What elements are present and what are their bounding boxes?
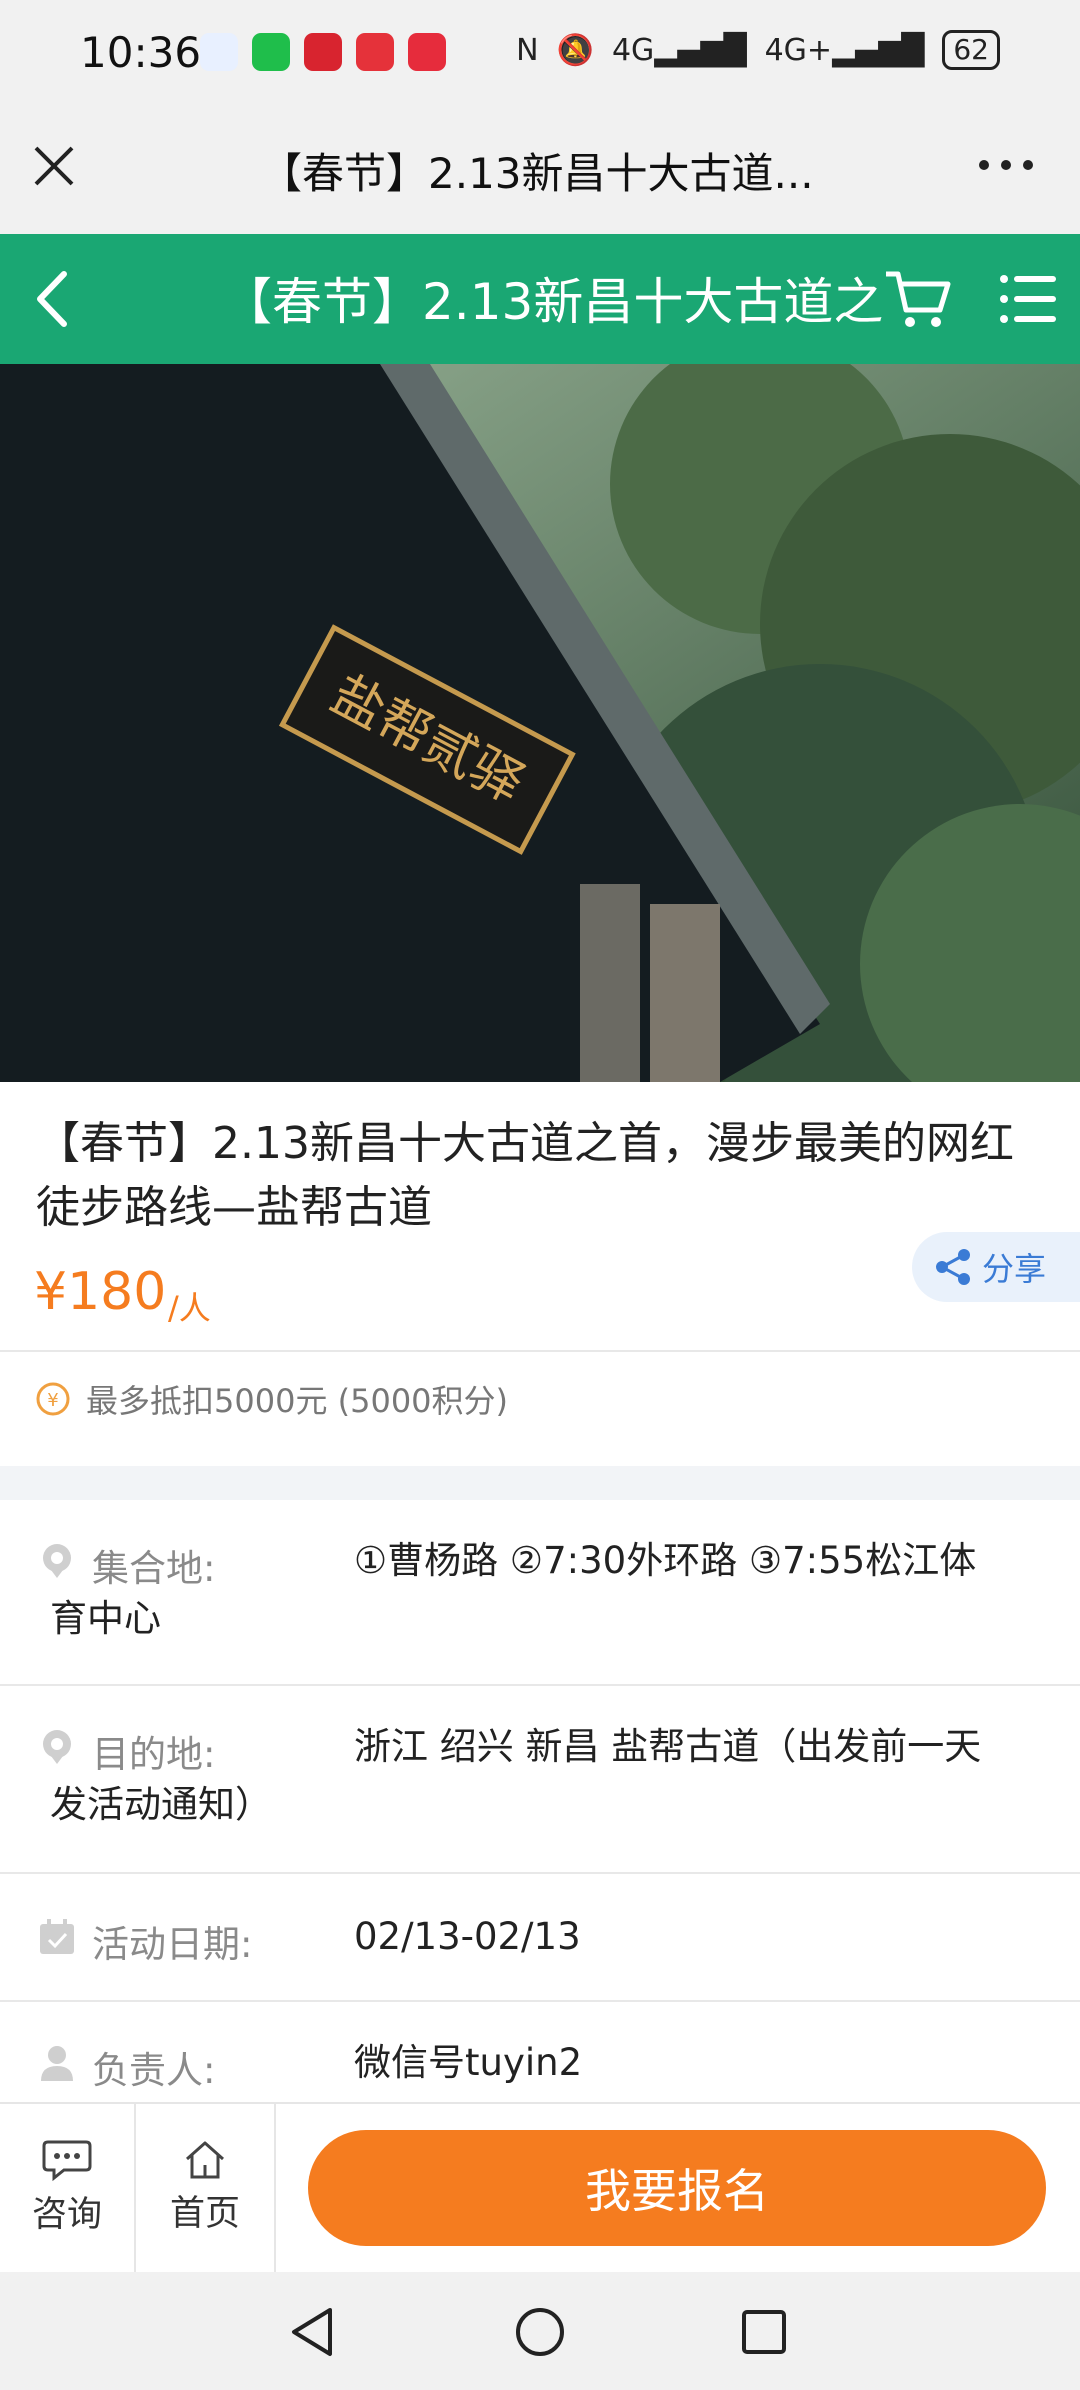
meeting-value-line2: 育中心 bbox=[50, 1597, 161, 1640]
divider bbox=[0, 1872, 1080, 1874]
more-dots-icon[interactable] bbox=[976, 150, 1036, 180]
svg-text:¥: ¥ bbox=[47, 1390, 58, 1411]
notification-app-icon bbox=[200, 33, 238, 71]
calendar-icon bbox=[40, 1919, 74, 1954]
signup-label: 我要报名 bbox=[585, 2164, 769, 2218]
location-pin-icon bbox=[43, 1730, 71, 1764]
event-title: 【春节】2.13新昌十大古道之首，漫步最美的网红徒步路线—盐帮古道 bbox=[36, 1118, 1014, 1233]
location-pin-icon bbox=[43, 1544, 71, 1578]
back-arrow-icon[interactable] bbox=[28, 264, 80, 334]
organizer-label: 负责人: bbox=[92, 2049, 216, 2092]
date-label: 活动日期: bbox=[92, 1923, 253, 1966]
status-time: 10:36 bbox=[80, 28, 202, 77]
person-icon bbox=[41, 2046, 73, 2081]
share-icon bbox=[936, 1249, 970, 1285]
price-unit: /人 bbox=[168, 1289, 211, 1327]
nfc-icon: N bbox=[516, 32, 539, 68]
share-button[interactable]: 分享 bbox=[912, 1232, 1080, 1302]
huawei-icon bbox=[356, 33, 394, 71]
date-value: 02/13-02/13 bbox=[354, 1915, 581, 1958]
hero-image: 盐帮贰驿 bbox=[0, 364, 1080, 1082]
destination-value-line2: 发活动通知） bbox=[50, 1783, 272, 1826]
menu-icon[interactable] bbox=[998, 270, 1058, 328]
signup-button[interactable]: 我要报名 bbox=[308, 2130, 1046, 2246]
meeting-label: 集合地: bbox=[92, 1547, 216, 1590]
meeting-value-line1: ①曹杨路 ②7:30外环路 ③7:55松江体 bbox=[354, 1539, 977, 1582]
organizer-value: 微信号tuyin2 bbox=[354, 2041, 583, 2084]
divider bbox=[0, 1350, 1080, 1352]
signal-icon: 4G+▂▄▆█ bbox=[764, 32, 925, 68]
cart-icon[interactable] bbox=[882, 266, 954, 332]
destination-label: 目的地: bbox=[92, 1733, 216, 1776]
system-status-icons: N 🔕 4G▂▄▆█ 4G+▂▄▆█ 62 bbox=[516, 30, 1000, 70]
signal-icon: 4G▂▄▆█ bbox=[611, 32, 747, 68]
home-icon bbox=[186, 2141, 224, 2178]
share-label: 分享 bbox=[982, 1250, 1047, 1288]
chat-bubble-icon bbox=[42, 2140, 92, 2181]
consult-label: 咨询 bbox=[31, 2194, 102, 2235]
price: ¥180 bbox=[34, 1262, 167, 1322]
nav-home-icon[interactable] bbox=[514, 2306, 566, 2358]
mute-icon: 🔕 bbox=[556, 32, 594, 68]
points-text: 最多抵扣5000元 (5000积分) bbox=[86, 1382, 509, 1420]
points-row: ¥ 最多抵扣5000元 (5000积分) bbox=[36, 1376, 508, 1422]
notification-app-icon bbox=[304, 33, 342, 71]
nav-back-icon[interactable] bbox=[288, 2306, 338, 2358]
consult-tab[interactable]: 咨询 bbox=[0, 2102, 134, 2272]
home-label: 首页 bbox=[169, 2193, 240, 2234]
coin-icon: ¥ bbox=[36, 1382, 70, 1416]
divider bbox=[0, 1684, 1080, 1686]
browser-title: 【春节】2.13新昌十大古道... bbox=[260, 149, 814, 198]
section-gap bbox=[0, 1466, 1080, 1500]
destination-value-line1: 浙江 绍兴 新昌 盐帮古道（出发前一天 bbox=[354, 1725, 982, 1768]
battery-icon: 62 bbox=[942, 30, 1000, 70]
divider bbox=[0, 2000, 1080, 2002]
divider bbox=[274, 2102, 276, 2272]
wechat-icon bbox=[252, 33, 290, 71]
header-title: 【春节】2.13新昌十大古道之 bbox=[222, 273, 882, 331]
nav-recents-icon[interactable] bbox=[740, 2308, 788, 2356]
home-tab[interactable]: 首页 bbox=[136, 2102, 274, 2272]
notification-app-icon bbox=[408, 33, 446, 71]
close-icon[interactable] bbox=[28, 140, 80, 192]
